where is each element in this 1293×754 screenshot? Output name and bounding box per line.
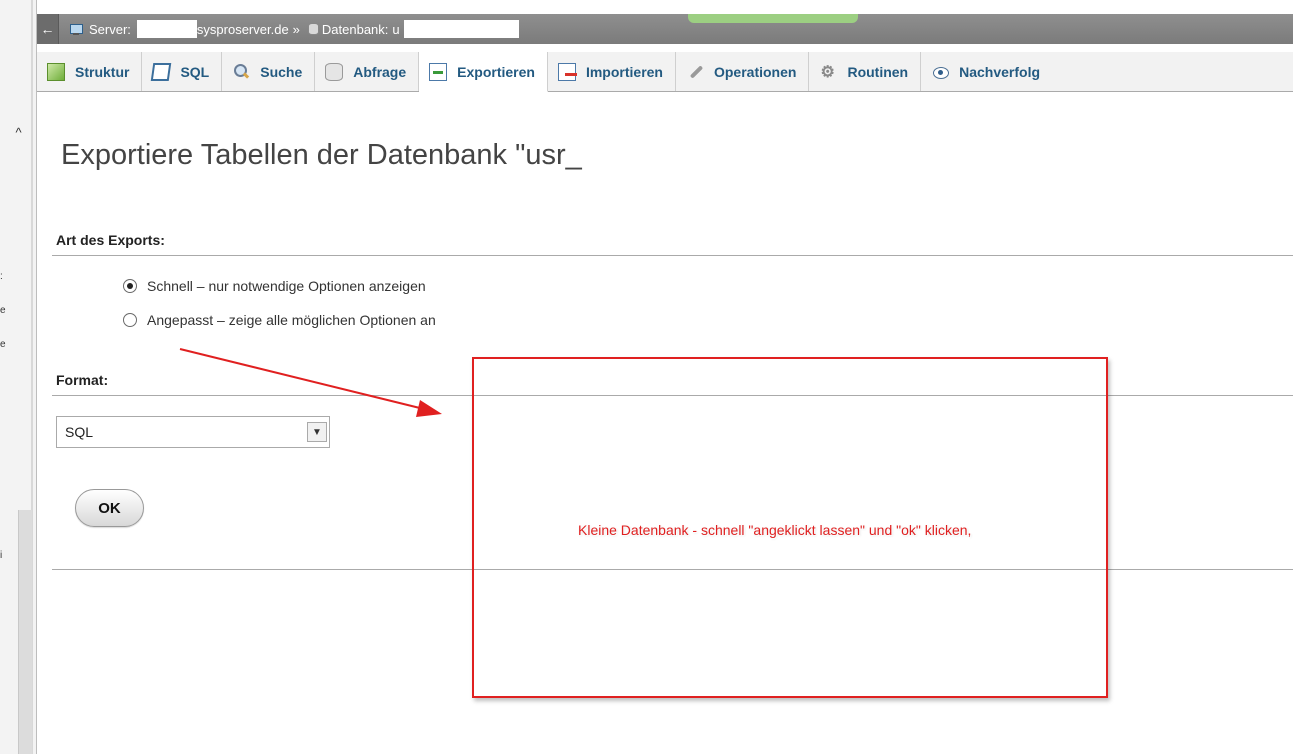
tab-label: Suche [260, 63, 303, 80]
format-select[interactable]: SQL ▼ [56, 416, 330, 448]
export-icon [429, 62, 448, 81]
tab-nachverfolgung[interactable]: Nachverfolg [921, 52, 1052, 91]
breadcrumb-server[interactable]: Server: sysproserver.de » [59, 20, 304, 38]
tab-sql[interactable]: SQL [142, 52, 223, 91]
tab-bar: Struktur SQL Suche Abfrage Exportieren I… [37, 52, 1293, 92]
radio-label: Schnell – nur notwendige Optionen anzeig… [147, 278, 426, 294]
panel-fragment: e [0, 339, 6, 350]
server-label: Server: [89, 21, 131, 37]
collapse-up-icon[interactable]: ^ [0, 125, 37, 141]
tab-label: Operationen [713, 63, 797, 80]
server-icon [69, 23, 85, 36]
redacted-region [136, 20, 197, 38]
breadcrumb-database[interactable]: Datenbank: u [304, 20, 519, 38]
breadcrumb-separator: » [292, 21, 300, 37]
tab-exportieren[interactable]: Exportieren [419, 52, 548, 92]
tab-importieren[interactable]: Importieren [548, 52, 676, 91]
format-heading: Format: [56, 372, 109, 388]
database-icon [307, 23, 319, 35]
tab-label: Abfrage [353, 63, 407, 80]
sql-icon [151, 62, 172, 81]
panel-fragment: i [0, 550, 3, 561]
panel-fragment: : [0, 271, 3, 282]
tab-suche[interactable]: Suche [222, 52, 316, 91]
tab-abfrage[interactable]: Abfrage [315, 52, 420, 91]
chevron-down-icon[interactable]: ▼ [307, 422, 327, 442]
tab-label: Nachverfolg [959, 63, 1041, 80]
redacted-region [403, 20, 519, 38]
navigation-panel-strip: ^ : e e i [0, 0, 37, 754]
server-host: sysproserver.de [196, 21, 289, 37]
tab-label: Struktur [75, 63, 130, 80]
redacted-region [678, 138, 910, 180]
radio-option-quick[interactable]: Schnell – nur notwendige Optionen anzeig… [123, 278, 426, 294]
panel-scrollbar[interactable] [18, 510, 32, 754]
back-arrow-icon[interactable]: ← [37, 14, 59, 44]
tab-label: Importieren [585, 63, 663, 80]
search-icon [232, 63, 250, 81]
tab-operationen[interactable]: Operationen [676, 52, 810, 91]
breadcrumb: ← Server: sysproserver.de » Datenbank: u [37, 14, 1293, 44]
radio-option-custom[interactable]: Angepasst – zeige alle möglichen Optione… [123, 312, 436, 328]
structure-icon [47, 62, 65, 81]
panel-fragment: e [0, 305, 6, 316]
database-name: u [392, 21, 400, 37]
format-selected-value: SQL [65, 424, 94, 440]
tab-routinen[interactable]: Routinen [809, 52, 922, 91]
wrench-icon [686, 63, 704, 81]
tab-struktur[interactable]: Struktur [37, 52, 143, 91]
export-type-heading: Art des Exports: [56, 232, 165, 248]
routines-icon [819, 62, 837, 82]
database-label: Datenbank: [321, 21, 389, 37]
annotation-text: Kleine Datenbank - schnell "angeklickt l… [578, 522, 972, 538]
import-icon [557, 62, 577, 81]
radio-button[interactable] [123, 313, 137, 327]
tab-label: Routinen [847, 63, 909, 80]
ok-button[interactable]: OK [75, 489, 144, 527]
tab-label: Exportieren [457, 63, 535, 80]
eye-icon [931, 63, 950, 81]
section-divider [52, 255, 1293, 256]
radio-label: Angepasst – zeige alle möglichen Optione… [147, 312, 436, 328]
radio-button-checked[interactable] [123, 279, 137, 293]
tab-label: SQL [180, 63, 210, 80]
page-title: Exportiere Tabellen der Datenbank "usr_ [61, 139, 582, 171]
notification-bar [688, 14, 858, 23]
query-icon [325, 62, 344, 81]
